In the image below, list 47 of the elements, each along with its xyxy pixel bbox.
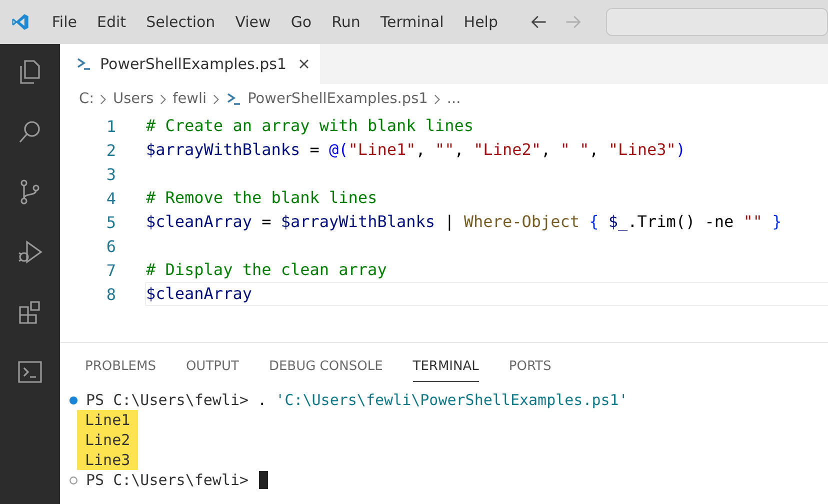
app-logo-icon	[11, 11, 30, 33]
chevron-icon	[100, 94, 108, 104]
powershell-icon	[226, 91, 242, 107]
panel-tab[interactable]: PROBLEMS	[85, 343, 156, 382]
debug-icon[interactable]	[16, 238, 44, 266]
editor-tab[interactable]: PowerShellExamples.ps1	[60, 44, 320, 84]
line-number: 4	[105, 188, 116, 208]
breadcrumb-item[interactable]: ...	[446, 91, 461, 107]
back-arrow-icon[interactable]	[530, 13, 548, 31]
menu-item[interactable]: Go	[280, 13, 322, 31]
breadcrumb-item[interactable]: PowerShellExamples.ps1	[248, 91, 428, 107]
code-line: # Create an array with blank lines	[145, 115, 475, 137]
code-line: # Display the clean array	[145, 259, 388, 281]
code-line: $arrayWithBlanks = @("Line1", "", "Line2", " ", "Line3")	[145, 139, 686, 161]
panel-tab[interactable]: OUTPUT	[186, 343, 239, 382]
line-number: 3	[105, 164, 116, 184]
line-number: 2	[105, 140, 116, 160]
chevron-icon	[160, 94, 167, 104]
close-icon[interactable]	[298, 58, 310, 70]
command-center-field[interactable]	[606, 8, 828, 36]
terminal-prompt-line: PS C:\Users\fewli> . 'C:\Users\fewli\PowerShellExamples.ps1'	[86, 391, 628, 409]
menu-item[interactable]: Help	[454, 13, 508, 31]
menu-item[interactable]: Selection	[136, 13, 226, 31]
line-number: 7	[105, 260, 116, 280]
line-number: 5	[105, 212, 116, 232]
line-number: 1	[105, 116, 116, 136]
breadcrumb-item[interactable]: fewli	[172, 91, 207, 107]
breadcrumb-item[interactable]: C:	[79, 91, 94, 107]
menu-item[interactable]: Run	[322, 13, 370, 31]
menu-item[interactable]: File	[42, 13, 87, 31]
code-line: $cleanArray	[145, 282, 828, 306]
chevron-icon	[212, 94, 220, 104]
panel-tab[interactable]: DEBUG CONSOLE	[268, 343, 383, 382]
line-number: 6	[105, 236, 116, 256]
powershell-icon	[76, 56, 92, 72]
menu-item[interactable]: Edit	[87, 13, 136, 31]
menu-item[interactable]: View	[225, 13, 281, 31]
line-number: 8	[105, 284, 116, 304]
code-line: # Remove the blank lines	[145, 187, 378, 209]
code-line: $cleanArray = $arrayWithBlanks | Where-Object { $_.Trim() -ne "" }	[145, 211, 783, 233]
terminal-icon[interactable]	[16, 358, 44, 386]
chevron-icon	[434, 94, 441, 104]
menu-item[interactable]: Terminal	[370, 13, 454, 31]
panel-tab[interactable]: TERMINAL	[412, 343, 479, 382]
terminal-prompt-line: PS C:\Users\fewli>	[86, 471, 249, 489]
panel-tab[interactable]: PORTS	[508, 343, 552, 382]
breadcrumb-item[interactable]: Users	[113, 91, 154, 107]
